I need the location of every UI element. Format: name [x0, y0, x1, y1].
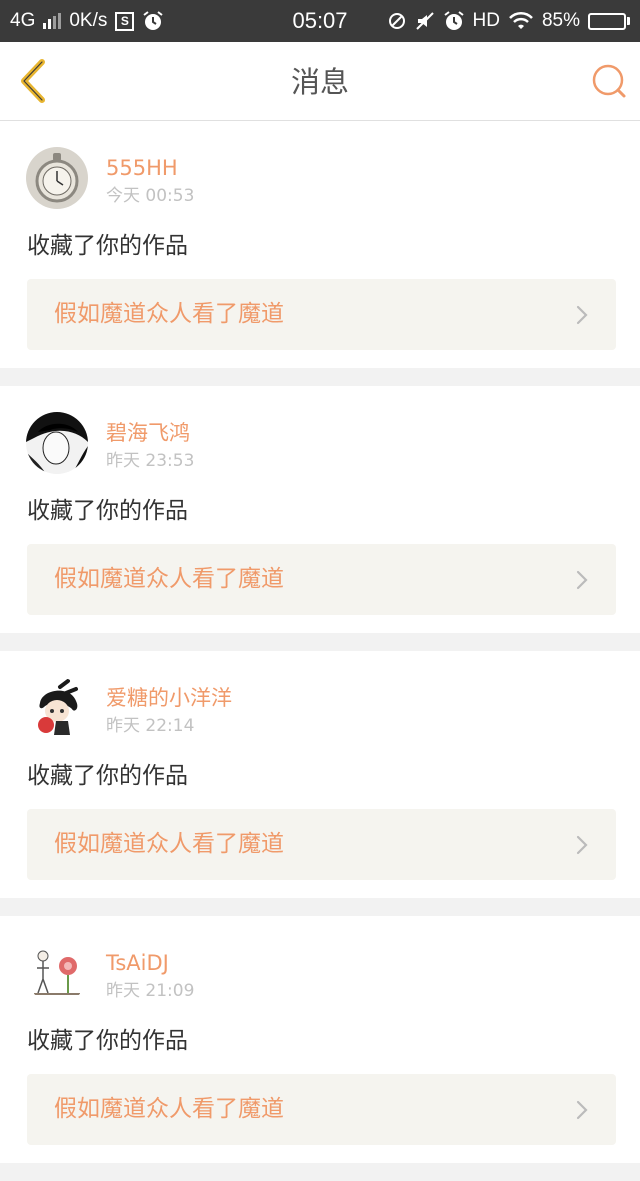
alarm-icon: [443, 11, 464, 30]
search-button[interactable]: [590, 62, 628, 100]
chevron-right-icon: [576, 835, 588, 855]
message-time: 昨天 21:09: [106, 981, 195, 1001]
work-link[interactable]: 假如魔道众人看了魔道: [27, 809, 616, 880]
message-action: 收藏了你的作品: [27, 498, 188, 524]
status-bar: 4G 0K/s S 05:07 HD 85%: [0, 0, 640, 42]
chevron-right-icon: [576, 1100, 588, 1120]
chevron-right-icon: [576, 570, 588, 590]
message-action: 收藏了你的作品: [27, 233, 188, 259]
message-action: 收藏了你的作品: [27, 1028, 188, 1054]
message-card: 555HH 今天 00:53 收藏了你的作品 假如魔道众人看了魔道: [0, 121, 640, 368]
skeleton-flower-avatar-image: [26, 942, 88, 1004]
message-time: 昨天 23:53: [106, 451, 195, 471]
avatar[interactable]: [26, 677, 88, 739]
username[interactable]: 555HH: [106, 155, 178, 181]
page-title: 消息: [290, 65, 349, 99]
anime-character-avatar-image: [26, 677, 88, 739]
work-title: 假如魔道众人看了魔道: [54, 301, 284, 327]
message-card: 爱糖的小洋洋 昨天 22:14 收藏了你的作品 假如魔道众人看了魔道: [0, 651, 640, 898]
battery-icon: [588, 12, 630, 30]
hd-indicator: HD: [472, 10, 500, 31]
work-link[interactable]: 假如魔道众人看了魔道: [27, 544, 616, 615]
message-time: 今天 00:53: [106, 186, 195, 206]
avatar[interactable]: [26, 147, 88, 209]
username[interactable]: 碧海飞鸿: [106, 420, 190, 446]
avatar[interactable]: [26, 942, 88, 1004]
work-link[interactable]: 假如魔道众人看了魔道: [27, 1074, 616, 1145]
work-link[interactable]: 假如魔道众人看了魔道: [27, 279, 616, 350]
message-time: 昨天 22:14: [106, 716, 195, 736]
username[interactable]: TsAiDJ: [106, 950, 169, 976]
work-title: 假如魔道众人看了魔道: [54, 1096, 284, 1122]
battery-percent: 85%: [541, 10, 580, 31]
username[interactable]: 爱糖的小洋洋: [106, 685, 232, 711]
chevron-right-icon: [576, 305, 588, 325]
work-title: 假如魔道众人看了魔道: [54, 566, 284, 592]
message-card: TsAiDJ 昨天 21:09 收藏了你的作品 假如魔道众人看了魔道: [0, 916, 640, 1163]
mute-icon: [415, 12, 434, 30]
wifi-icon: [509, 11, 533, 29]
data-sync-icon: [388, 13, 405, 29]
work-title: 假如魔道众人看了魔道: [54, 831, 284, 857]
top-nav-bar: 消息: [0, 42, 640, 121]
message-card: 碧海飞鸿 昨天 23:53 收藏了你的作品 假如魔道众人看了魔道: [0, 386, 640, 633]
portrait-avatar-image: [26, 412, 88, 474]
message-list: 555HH 今天 00:53 收藏了你的作品 假如魔道众人看了魔道 碧海飞鸿 昨…: [0, 121, 640, 1181]
avatar[interactable]: [26, 412, 88, 474]
message-action: 收藏了你的作品: [27, 763, 188, 789]
pocket-watch-avatar-image: [26, 147, 88, 209]
